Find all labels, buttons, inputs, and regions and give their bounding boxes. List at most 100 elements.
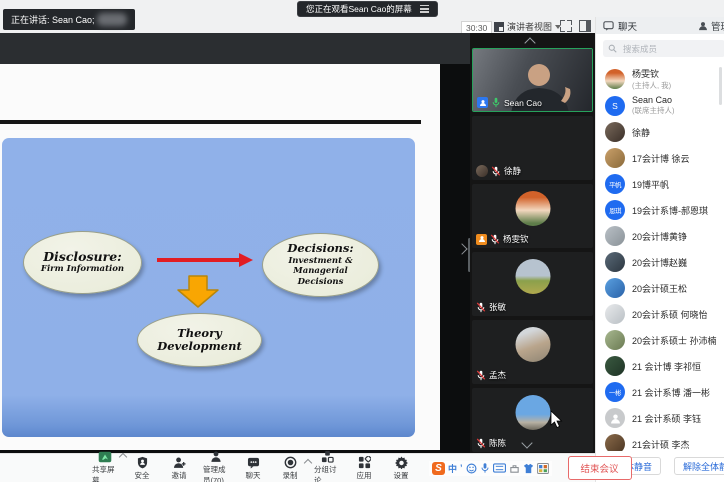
member-list-item[interactable]: 平帆 19博平帆: [596, 171, 724, 197]
watching-screen-banner: 您正在观看Sean Cao的屏幕: [297, 1, 438, 17]
member-list-item[interactable]: 徐静: [596, 119, 724, 145]
apps-grid-icon: [358, 456, 371, 469]
apps-button[interactable]: 应用: [351, 456, 377, 481]
member-list-item[interactable]: 20会计系硕士 孙沛楠: [596, 327, 724, 353]
video-tile[interactable]: 杨雯钦: [472, 184, 593, 248]
member-avatar: [605, 122, 625, 142]
banner-menu-icon[interactable]: [420, 5, 429, 7]
chat-bubble-icon: [603, 21, 614, 31]
speaking-banner: 正在讲话: Sean Cao;: [3, 9, 135, 30]
member-role: (联席主持人): [632, 105, 675, 116]
orange-down-arrow: [176, 275, 220, 309]
ime-keyboard-icon[interactable]: [493, 463, 506, 473]
meeting-window: 30:30 演讲者视图 正在讲话: Sean Cao; 您正在观看Sean Ca…: [0, 0, 724, 482]
member-list-item[interactable]: 一彬 21 会计系博 潘一彬: [596, 379, 724, 405]
member-avatar: [605, 304, 625, 324]
mouse-cursor: [550, 410, 563, 428]
decisions-subtitle: Investment & Managerial Decisions: [288, 256, 352, 288]
member-list-item[interactable]: 杨雯钦 (主持人, 我): [596, 65, 724, 92]
record-circle-icon: [284, 456, 297, 469]
members-panel: 聊天 管理成员 杨雯钦 (主持人, 我) S: [595, 17, 724, 482]
member-list: 杨雯钦 (主持人, 我) S Sean Cao (联席主持人) 徐静 17会计博…: [596, 65, 724, 457]
search-input[interactable]: [621, 43, 715, 55]
member-avatar: [605, 252, 625, 272]
members-person-icon: [210, 450, 222, 463]
ime-skin-shirt-icon[interactable]: [523, 463, 534, 474]
view-mode-label: 演讲者视图: [507, 20, 552, 33]
record-button[interactable]: 录制: [277, 456, 303, 481]
member-list-item[interactable]: 恩琪 19会计系博-郝恩琪: [596, 197, 724, 223]
strip-collapse-chevron-icon[interactable]: [456, 243, 467, 254]
member-avatar: [605, 356, 625, 376]
fullscreen-button[interactable]: [560, 20, 572, 32]
member-list-item[interactable]: 20会计博赵巍: [596, 249, 724, 275]
shared-screen-area: Disclosure: Firm Information Decisions: …: [0, 33, 470, 453]
panel-header: 聊天 管理成员: [596, 17, 724, 34]
member-list-item[interactable]: 20会计系硕 何晓怡: [596, 301, 724, 327]
member-list-item[interactable]: 17会计博 徐云: [596, 145, 724, 171]
invite-button[interactable]: 邀请: [166, 456, 192, 481]
unmute-all-button[interactable]: 解除全体静音: [674, 457, 724, 475]
security-button[interactable]: 安全: [129, 456, 155, 481]
redacted-name: [97, 13, 127, 26]
member-avatar: 平帆: [605, 174, 625, 194]
member-search[interactable]: [603, 40, 724, 57]
disclosure-title: Disclosure:: [43, 250, 122, 264]
ime-mic-icon[interactable]: [480, 462, 490, 474]
member-avatar: [605, 278, 625, 298]
invite-person-icon: [173, 456, 186, 469]
member-avatar: [605, 226, 625, 246]
ime-mode-icon[interactable]: 中: [448, 462, 457, 475]
member-avatar: [605, 330, 625, 350]
member-list-item[interactable]: 21 会计博 李祁恒: [596, 353, 724, 379]
video-tile-sean-cao[interactable]: Sean Cao: [472, 48, 593, 112]
tile-name: 孟杰: [489, 369, 506, 381]
record-caret-icon[interactable]: [304, 458, 312, 466]
participant-avatar: [515, 191, 550, 226]
participant-avatar: [515, 259, 550, 294]
ime-punct-icon[interactable]: ’: [460, 463, 463, 473]
share-screen-button[interactable]: 共享屏幕: [92, 450, 118, 482]
speaker-view-icon: [494, 22, 504, 32]
disclosure-ellipse: Disclosure: Firm Information: [23, 231, 142, 294]
mic-muted-icon: [491, 166, 501, 177]
member-person-icon: [698, 21, 708, 31]
member-avatar: S: [605, 96, 625, 116]
layout-toggle-button[interactable]: [579, 20, 591, 32]
view-mode-selector[interactable]: 演讲者视图: [494, 19, 561, 34]
settings-button[interactable]: 设置: [388, 456, 414, 481]
default-person-icon: [610, 413, 621, 424]
breakout-rooms-button[interactable]: 分组讨论: [314, 450, 340, 482]
ime-toolbox-icon[interactable]: [509, 463, 520, 474]
ime-picture-icon[interactable]: [537, 463, 549, 474]
mic-muted-icon: [476, 438, 486, 449]
disclosure-subtitle: Firm Information: [41, 264, 124, 275]
scroll-up-chevron-icon[interactable]: [524, 37, 535, 48]
share-screen-caret-icon[interactable]: [119, 453, 127, 461]
ime-sogou-icon[interactable]: S: [432, 462, 445, 475]
ime-emoji-icon[interactable]: [466, 463, 477, 474]
participant-mini-avatar: [476, 165, 488, 177]
member-list-item[interactable]: S Sean Cao (联席主持人): [596, 92, 724, 119]
member-avatar: 恩琪: [605, 200, 625, 220]
manage-tab-label: 管理成员: [711, 19, 724, 33]
member-avatar-default: [605, 408, 625, 428]
manage-members-button[interactable]: 管理成员(70): [203, 450, 229, 482]
chat-button[interactable]: 聊天: [240, 456, 266, 481]
share-screen-icon: [98, 450, 112, 463]
participant-avatar: [515, 327, 550, 362]
decisions-title: Decisions:: [287, 242, 353, 255]
video-tile[interactable]: 徐静: [472, 116, 593, 180]
tab-chat[interactable]: 聊天: [596, 19, 637, 33]
search-icon: [608, 44, 617, 53]
end-meeting-button[interactable]: 结束会议: [568, 456, 632, 480]
video-tile[interactable]: 孟杰: [472, 320, 593, 384]
tab-manage-members[interactable]: 管理成员: [698, 19, 724, 33]
member-list-item[interactable]: 20会计硕王松: [596, 275, 724, 301]
member-list-item[interactable]: 20会计博黄铮: [596, 223, 724, 249]
video-tile[interactable]: 张敏: [472, 252, 593, 316]
slide-divider-line: [0, 120, 421, 124]
chat-tab-label: 聊天: [618, 19, 637, 33]
shared-screen-top-strip: [0, 33, 470, 64]
member-list-item[interactable]: 21 会计系硕 李钰: [596, 405, 724, 431]
